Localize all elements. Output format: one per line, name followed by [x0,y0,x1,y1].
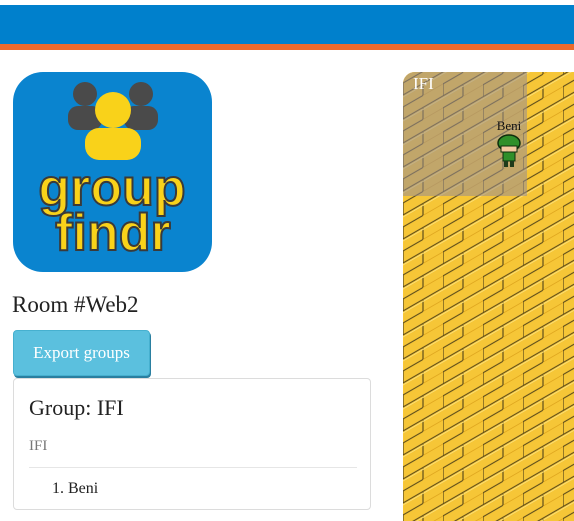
group-heading: Group: IFI [29,395,124,420]
game-map[interactable]: IFI Beni [403,72,574,521]
export-groups-button[interactable]: Export groups [13,330,150,376]
room-title: Room #Web2 [12,292,139,317]
player-name: Beni [496,118,522,133]
group-panel: Group: IFI IFI 1. Beni [13,378,371,510]
navbar-orange-stripe [0,44,574,50]
group-divider [29,467,357,468]
people-group-icon [68,82,158,160]
player[interactable]: Beni [491,118,527,174]
app-logo: group findr [13,72,212,272]
player-avatar-icon [497,134,521,167]
logo-text-findr: findr [55,204,171,262]
navbar-blue-band [0,5,574,44]
group-subtitle: IFI [29,438,48,454]
zone-label: IFI [413,74,434,93]
top-navbar [0,0,574,50]
group-member-item: 1. Beni [52,480,99,497]
